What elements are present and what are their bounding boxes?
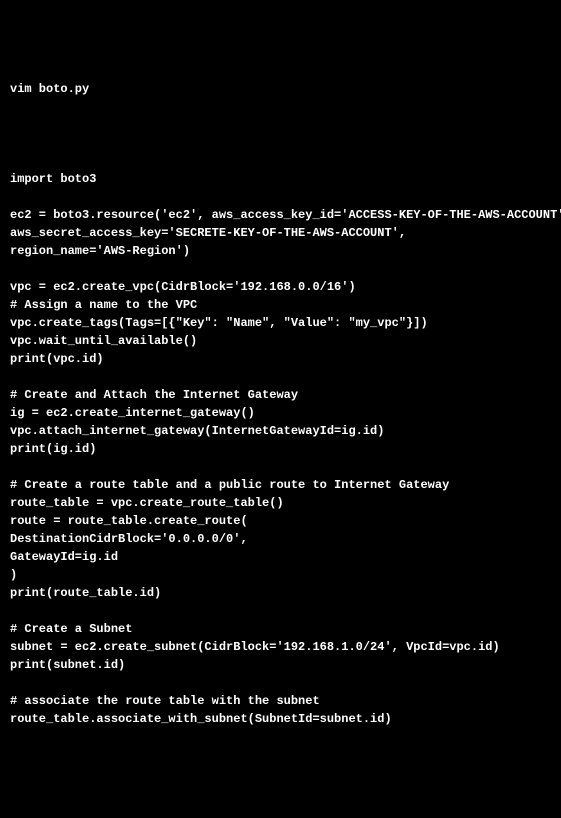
code-line: ec2 = boto3.resource('ec2', aws_access_k… — [10, 208, 561, 222]
code-line: GatewayId=ig.id — [10, 550, 118, 564]
code-line: route_table.associate_with_subnet(Subnet… — [10, 712, 392, 726]
code-line: region_name='AWS-Region') — [10, 244, 190, 258]
code-comment: # Create a Subnet — [10, 622, 132, 636]
code-comment: # associate the route table with the sub… — [10, 694, 320, 708]
code-line: vpc = ec2.create_vpc(CidrBlock='192.168.… — [10, 280, 356, 294]
code-line: print(route_table.id) — [10, 586, 161, 600]
code-line: vpc.wait_until_available() — [10, 334, 197, 348]
code-line: aws_secret_access_key='SECRETE-KEY-OF-TH… — [10, 226, 406, 240]
code-line: print(subnet.id) — [10, 658, 125, 672]
code-comment: # Create and Attach the Internet Gateway — [10, 388, 298, 402]
code-line: subnet = ec2.create_subnet(CidrBlock='19… — [10, 640, 500, 654]
code-line: print(ig.id) — [10, 442, 96, 456]
terminal-output: vim boto.py import boto3 ec2 = boto3.res… — [10, 80, 551, 728]
code-line: import boto3 — [10, 172, 96, 186]
code-comment: # Create a route table and a public rout… — [10, 478, 449, 492]
code-line: ) — [10, 568, 17, 582]
code-line: DestinationCidrBlock='0.0.0.0/0', — [10, 532, 248, 546]
code-line: vpc.create_tags(Tags=[{"Key": "Name", "V… — [10, 316, 428, 330]
vim-command: vim boto.py — [10, 82, 89, 96]
code-line: vpc.attach_internet_gateway(InternetGate… — [10, 424, 384, 438]
code-line: ig = ec2.create_internet_gateway() — [10, 406, 255, 420]
code-comment: # Assign a name to the VPC — [10, 298, 197, 312]
code-line: route = route_table.create_route( — [10, 514, 248, 528]
code-line: route_table = vpc.create_route_table() — [10, 496, 284, 510]
code-line: print(vpc.id) — [10, 352, 104, 366]
